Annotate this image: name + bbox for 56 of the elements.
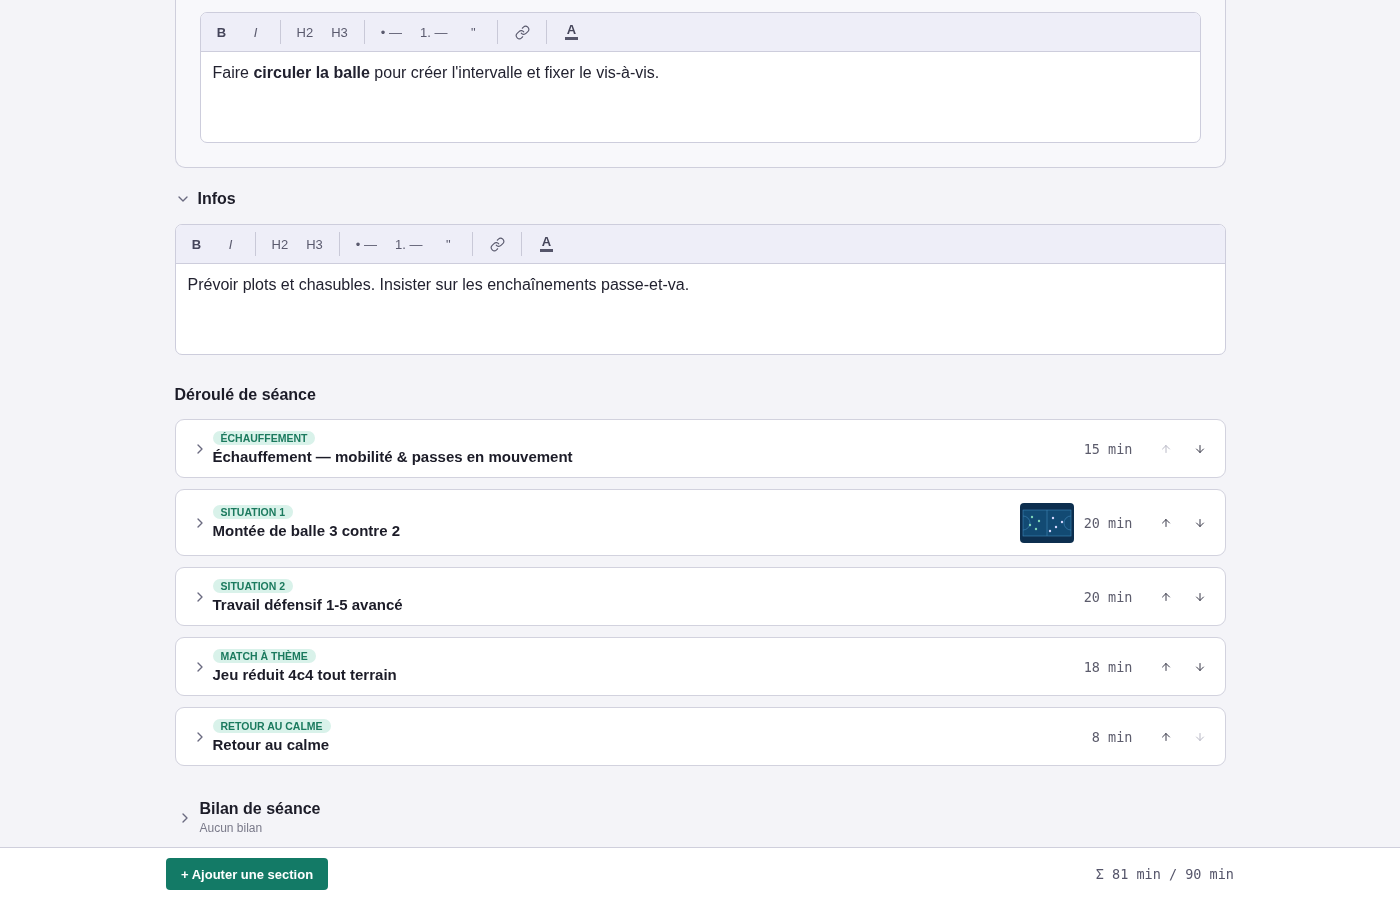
text-color-button[interactable]: A	[556, 18, 587, 46]
section-heading[interactable]: Infos	[197, 189, 236, 209]
section-tag: SITUATION 2	[212, 579, 294, 593]
editor-field[interactable]: Faire circuler la balle pour créer l'intervalle et fixer le vis-à-vis.	[200, 52, 1200, 142]
link-icon	[514, 24, 530, 40]
bold-button[interactable]: B	[206, 18, 237, 46]
duration-text: 20 min	[1083, 588, 1133, 605]
heading-button[interactable]: H3	[299, 230, 330, 258]
section-card[interactable]: SITUATION 2 Travail défensif 1-5 avancé 20 min	[174, 567, 1226, 626]
duration-text: 15 min	[1083, 440, 1133, 457]
section-title: Jeu réduit 4c4 tout terrain	[212, 665, 397, 684]
section-tag: SITUATION 1	[212, 505, 294, 519]
arrow-up-icon	[1159, 660, 1172, 673]
section-tag: ÉCHAUFFEMENT	[212, 431, 316, 445]
arrow-down-icon	[1193, 516, 1206, 529]
quote-button[interactable]: "	[433, 230, 464, 258]
italic-button[interactable]: I	[240, 18, 271, 46]
arrow-up-icon	[1159, 730, 1172, 743]
heading-button[interactable]: H2	[289, 18, 321, 46]
section-title: Échauffement — mobilité & passes en mouvement	[212, 447, 573, 466]
arrow-down-icon	[1193, 442, 1206, 455]
duration-text: 20 min	[1083, 514, 1133, 531]
heading-button[interactable]: H3	[324, 18, 355, 46]
duration-text: 8 min	[1091, 728, 1133, 745]
heading-button[interactable]: H2	[264, 230, 296, 258]
list-button[interactable]: 1. —	[387, 230, 430, 258]
arrow-up-icon	[1159, 590, 1172, 603]
duration-text: 18 min	[1083, 658, 1133, 675]
section-card[interactable]: SITUATION 1 Montée de balle 3 contre 2 20 min	[174, 489, 1226, 556]
arrow-down-icon	[1193, 660, 1206, 673]
section-title: Retour au calme	[212, 735, 330, 754]
list-button[interactable]: • —	[373, 18, 409, 46]
add-section-button[interactable]: + Ajouter une section	[166, 858, 329, 890]
italic-button[interactable]: I	[215, 230, 246, 258]
total-duration-text: Σ 81 min / 90 min	[1095, 866, 1234, 882]
bold-button[interactable]: B	[181, 230, 212, 258]
editor-field[interactable]: Prévoir plots et chasubles. Insister sur les enchaînements passe-et-va.	[175, 264, 1225, 354]
arrow-up-icon	[1159, 516, 1172, 529]
section-card[interactable]: RETOUR AU CALME Retour au calme 8 min	[174, 707, 1226, 766]
list-button[interactable]: • —	[348, 230, 384, 258]
quote-button[interactable]: "	[458, 18, 489, 46]
section-card[interactable]: ÉCHAUFFEMENT Échauffement — mobilité & passes en mouvement 15 min	[174, 419, 1226, 478]
section-tag: RETOUR AU CALME	[212, 719, 331, 733]
review-status-text: Aucun bilan	[199, 821, 264, 836]
arrow-down-icon	[1193, 590, 1206, 603]
section-heading: Déroulé de séance	[174, 385, 317, 405]
text-color-button[interactable]: A	[531, 230, 562, 258]
arrow-down-icon	[1193, 730, 1206, 743]
section-title: Travail défensif 1-5 avancé	[212, 595, 403, 614]
arrow-up-icon	[1159, 442, 1172, 455]
link-icon	[489, 236, 505, 252]
section-tag: MATCH À THÈME	[212, 649, 316, 663]
list-button[interactable]: 1. —	[412, 18, 455, 46]
section-card[interactable]: MATCH À THÈME Jeu réduit 4c4 tout terrain 18 min	[174, 637, 1226, 696]
section-heading[interactable]: Bilan de séance	[199, 799, 321, 819]
section-title: Montée de balle 3 contre 2	[212, 521, 401, 540]
